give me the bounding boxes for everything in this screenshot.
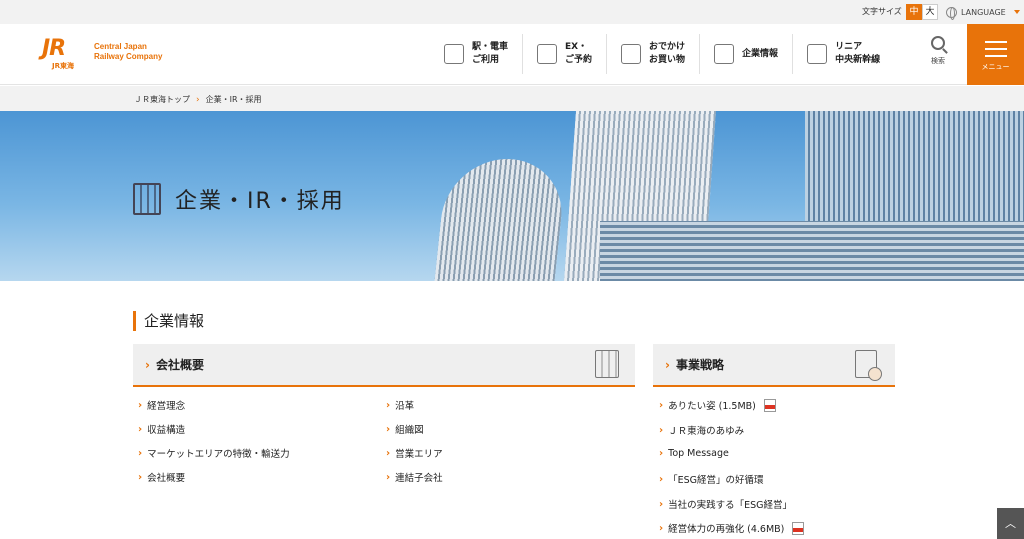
search-icon: [931, 36, 945, 50]
section-title: 企業情報: [144, 312, 205, 330]
main-nav: 駅・電車 ご利用 EX・ ご予約 おでかけ お買い物 企業情報 リニア 中央新幹…: [430, 34, 894, 74]
link-jr-central-history[interactable]: › ＪＲ東海のあゆみ: [659, 423, 744, 438]
hero-tower-round: [432, 159, 568, 281]
menu-button[interactable]: メニュー: [967, 24, 1024, 85]
chevron-down-icon: [1013, 10, 1020, 14]
link-history[interactable]: › 沿革: [386, 398, 414, 413]
section-heading: 企業情報: [133, 310, 204, 331]
shopping-icon: [621, 44, 642, 64]
nav-outing-shopping[interactable]: おでかけ お買い物: [606, 34, 699, 74]
link-top-message[interactable]: › Top Message: [659, 448, 729, 459]
reservation-icon: [537, 44, 558, 64]
nav-linear-shinkansen[interactable]: リニア 中央新幹線: [792, 34, 894, 74]
hero-lowrise: [600, 221, 1024, 281]
font-size-medium-button[interactable]: 中: [906, 4, 922, 20]
jr-logo-mark: JR JR東海: [42, 36, 74, 71]
card-title: 事業戦略: [675, 358, 724, 372]
link-management-philosophy[interactable]: › 経営理念: [138, 398, 185, 413]
font-size-label: 文字サイズ: [862, 7, 902, 16]
maglev-icon: [807, 44, 828, 64]
building-icon: [714, 44, 735, 64]
pdf-icon: [763, 398, 776, 412]
breadcrumb: ＪＲ東海トップ › 企業・IR・採用: [0, 86, 1024, 111]
link-consolidated-subsidiaries[interactable]: › 連結子会社: [386, 470, 443, 485]
jr-central-logo[interactable]: JR JR東海 Central Japan Railway Company: [42, 36, 163, 71]
chevron-right-icon: ›: [665, 357, 670, 372]
font-size-large-button[interactable]: 大: [922, 4, 938, 20]
building-icon: [133, 183, 161, 215]
site-header: JR JR東海 Central Japan Railway Company 駅・…: [0, 24, 1024, 85]
link-ideal-vision[interactable]: › ありたい姿 (1.5MB): [659, 398, 776, 412]
chevron-up-icon: ︿: [1005, 517, 1016, 530]
utility-bar: 文字サイズ 中 大 LANGUAGE: [0, 0, 1024, 24]
nav-station-train[interactable]: 駅・電車 ご利用: [430, 34, 522, 74]
breadcrumb-current: 企業・IR・採用: [205, 95, 262, 104]
pdf-icon: [792, 521, 805, 535]
link-esg-cycle[interactable]: › 「ESG経営」の好循環: [659, 472, 764, 487]
hamburger-icon: [984, 41, 1007, 57]
link-business-area[interactable]: › 営業エリア: [386, 446, 443, 461]
language-selector[interactable]: LANGUAGE: [946, 5, 1020, 20]
link-revenue-structure[interactable]: › 収益構造: [138, 422, 185, 437]
chevron-right-icon: ›: [196, 94, 200, 105]
hero-banner: 企業・IR・採用: [0, 111, 1024, 281]
card-company-overview-header[interactable]: › 会社概要: [133, 344, 635, 387]
link-organization-chart[interactable]: › 組織図: [386, 422, 424, 437]
building-icon: [595, 350, 619, 378]
nav-corporate-info[interactable]: 企業情報: [699, 34, 792, 74]
search-button[interactable]: 検索: [926, 36, 950, 66]
card-business-strategy-header[interactable]: › 事業戦略: [653, 344, 895, 387]
link-esg-practice[interactable]: › 当社の実践する「ESG経営」: [659, 497, 792, 512]
nav-ex-reservation[interactable]: EX・ ご予約: [522, 34, 606, 74]
chevron-right-icon: ›: [145, 357, 150, 372]
breadcrumb-home-link[interactable]: ＪＲ東海トップ: [134, 94, 190, 105]
link-market-area[interactable]: › マーケットエリアの特徴・輸送力: [138, 446, 290, 461]
train-station-icon: [444, 44, 464, 64]
link-management-strength[interactable]: › 経営体力の再強化 (4.6MB): [659, 521, 805, 535]
link-company-overview[interactable]: › 会社概要: [138, 470, 185, 485]
page-title: 企業・IR・採用: [175, 189, 345, 214]
globe-icon: [946, 6, 957, 20]
back-to-top-button[interactable]: ︿: [997, 508, 1024, 539]
strategy-document-icon: [855, 350, 882, 381]
section-accent-bar: [133, 310, 136, 331]
language-label: LANGUAGE: [961, 7, 1006, 17]
company-name: Central Japan Railway Company: [94, 42, 163, 61]
card-title: 会社概要: [155, 358, 204, 372]
